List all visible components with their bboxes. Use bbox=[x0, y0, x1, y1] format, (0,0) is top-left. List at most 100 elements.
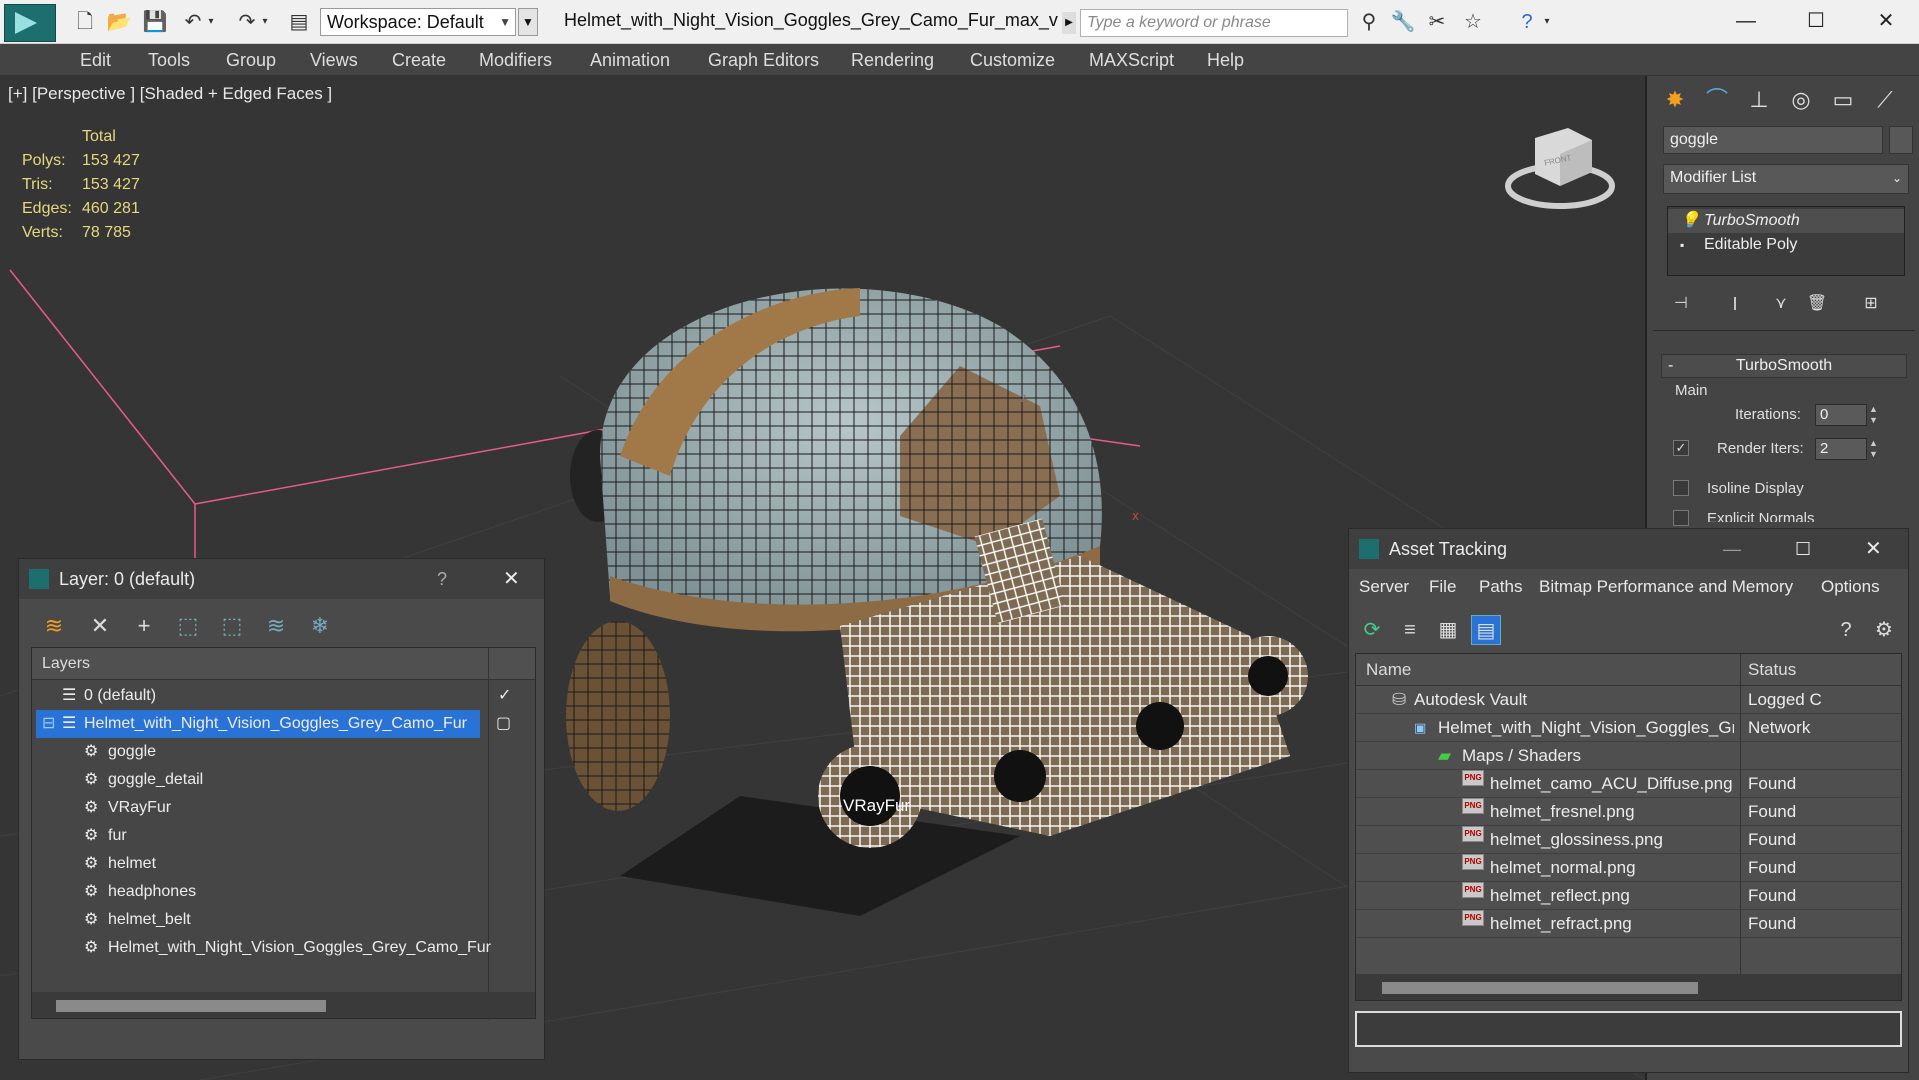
table-row[interactable]: PNG helmet_camo_ACU_Diffuse.png Found bbox=[1356, 770, 1901, 798]
table-row[interactable]: ⛁ Autodesk Vault Logged C bbox=[1356, 686, 1901, 714]
workspace-select[interactable]: Workspace: Default ▼ bbox=[320, 8, 516, 36]
scrollbar-thumb[interactable] bbox=[56, 1000, 326, 1012]
binoculars-icon[interactable]: ⚲ bbox=[1356, 9, 1382, 35]
workspace-menu-button[interactable]: ▼ bbox=[518, 8, 538, 36]
hierarchy-tab-icon[interactable]: ⊥ bbox=[1741, 82, 1777, 118]
close-icon[interactable]: ✕ bbox=[503, 559, 520, 599]
table-row[interactable]: PNG helmet_glossiness.png Found bbox=[1356, 826, 1901, 854]
stack-item-editable-poly[interactable]: ▪ Editable Poly bbox=[1668, 233, 1904, 257]
wrench-icon[interactable]: 🔧 bbox=[1390, 9, 1416, 35]
undo-icon[interactable]: ↶ bbox=[180, 9, 206, 35]
menu-options[interactable]: Options bbox=[1821, 577, 1880, 597]
viewcube[interactable] bbox=[1505, 128, 1615, 209]
name-column-header[interactable]: Name bbox=[1366, 654, 1411, 686]
close-icon[interactable]: ✕ bbox=[1865, 529, 1882, 569]
help-dropdown-icon[interactable]: ▾ bbox=[1540, 9, 1554, 35]
lightbulb-icon[interactable]: 💡 bbox=[1680, 209, 1700, 233]
list-item[interactable]: ⚙ helmet_belt bbox=[32, 906, 535, 934]
list-item[interactable]: ⚙ goggle bbox=[32, 738, 535, 766]
object-color-swatch[interactable] bbox=[1889, 126, 1913, 154]
list-item[interactable]: ⚙ headphones bbox=[32, 878, 535, 906]
add-to-layer-icon[interactable]: + bbox=[129, 611, 159, 641]
menu-paths[interactable]: Paths bbox=[1479, 577, 1522, 597]
table-row[interactable]: PNG helmet_reflect.png Found bbox=[1356, 882, 1901, 910]
horizontal-scrollbar[interactable] bbox=[32, 992, 535, 1018]
explicit-normals-checkbox[interactable] bbox=[1673, 510, 1689, 526]
table-row[interactable]: ▰ Maps / Shaders bbox=[1356, 742, 1901, 770]
menu-bitmap-performance[interactable]: Bitmap Performance and Memory bbox=[1539, 577, 1793, 597]
select-objects-icon[interactable]: ⬚ bbox=[173, 611, 203, 641]
app-logo-icon[interactable] bbox=[4, 4, 56, 42]
iterations-spinner[interactable]: 0 bbox=[1815, 404, 1867, 426]
project-folder-icon[interactable]: ▤ bbox=[286, 9, 312, 35]
menu-edit[interactable]: Edit bbox=[80, 50, 111, 71]
modifier-list-dropdown[interactable]: Modifier List ⌄ bbox=[1663, 164, 1909, 194]
create-layer-icon[interactable]: ≋ bbox=[39, 611, 69, 641]
thumbnail-view-icon[interactable]: ▦ bbox=[1433, 615, 1463, 645]
menu-file[interactable]: File bbox=[1429, 577, 1456, 597]
table-row[interactable]: PNG helmet_refract.png Found bbox=[1356, 910, 1901, 938]
maximize-button[interactable]: ☐ bbox=[1795, 529, 1811, 569]
create-tab-icon[interactable]: ✸ bbox=[1657, 82, 1693, 118]
star-icon[interactable]: ☆ bbox=[1460, 9, 1486, 35]
menu-create[interactable]: Create bbox=[392, 50, 446, 71]
table-row[interactable]: ▣ Helmet_with_Night_Vision_Goggles_Grey_C… bbox=[1356, 714, 1901, 742]
menu-customize[interactable]: Customize bbox=[970, 50, 1055, 71]
help-icon[interactable]: ? bbox=[1514, 9, 1540, 35]
menu-graph-editors[interactable]: Graph Editors bbox=[708, 50, 819, 71]
new-file-icon[interactable]: 🗋 bbox=[72, 9, 98, 35]
menu-server[interactable]: Server bbox=[1359, 577, 1409, 597]
layers-column-header[interactable]: Layers bbox=[32, 648, 535, 680]
turbosmooth-rollout-header[interactable]: - TurboSmooth bbox=[1661, 354, 1907, 378]
asset-window-titlebar[interactable]: Asset Tracking — ☐ ✕ bbox=[1349, 529, 1908, 569]
help-button[interactable]: ? bbox=[437, 559, 447, 599]
current-layer-icon[interactable]: ▢ bbox=[496, 710, 511, 738]
hide-layers-icon[interactable]: ≋ bbox=[261, 611, 291, 641]
table-row[interactable]: PNG helmet_fresnel.png Found bbox=[1356, 798, 1901, 826]
list-item[interactable]: ⚙ fur bbox=[32, 822, 535, 850]
show-end-result-icon[interactable]: I bbox=[1717, 286, 1753, 322]
table-view-icon[interactable]: ▤ bbox=[1471, 615, 1501, 645]
render-iters-spinner[interactable]: 2 bbox=[1815, 438, 1867, 460]
scrollbar-thumb[interactable] bbox=[1382, 982, 1698, 994]
minimize-button[interactable]: — bbox=[1716, 4, 1776, 38]
list-item[interactable]: ⚙ helmet bbox=[32, 850, 535, 878]
list-item[interactable]: ⚙ Helmet_with_Night_Vision_Goggles_Grey_C… bbox=[32, 934, 535, 962]
redo-icon[interactable]: ↷ bbox=[234, 9, 260, 35]
list-item[interactable]: ⊟ ☰ Helmet_with_Night_Vision_Goggles_Gre… bbox=[32, 710, 535, 738]
pin-stack-icon[interactable]: ⊣ bbox=[1663, 286, 1699, 322]
layer-window-titlebar[interactable]: Layer: 0 (default) ? ✕ bbox=[19, 559, 544, 599]
list-item[interactable]: ⚙ VRayFur bbox=[32, 794, 535, 822]
horizontal-scrollbar[interactable] bbox=[1356, 974, 1901, 1000]
configure-sets-icon[interactable]: ⊞ bbox=[1853, 286, 1889, 322]
undo-dropdown-icon[interactable]: ▾ bbox=[204, 9, 218, 35]
menu-tools[interactable]: Tools bbox=[148, 50, 190, 71]
stack-item-turbosmooth[interactable]: 💡 TurboSmooth bbox=[1668, 209, 1904, 233]
settings-icon[interactable]: ⚙ bbox=[1869, 615, 1899, 645]
refresh-icon[interactable]: ⟳ bbox=[1357, 615, 1387, 645]
tools-icon[interactable]: ✂ bbox=[1424, 9, 1450, 35]
menu-maxscript[interactable]: MAXScript bbox=[1089, 50, 1174, 71]
server-help-icon[interactable]: ? bbox=[1831, 615, 1861, 645]
menu-animation[interactable]: Animation bbox=[590, 50, 670, 71]
list-item[interactable]: ☰ 0 (default) ✓ bbox=[32, 682, 535, 710]
close-button[interactable]: ✕ bbox=[1856, 4, 1916, 38]
search-input[interactable]: Type a keyword or phrase bbox=[1080, 9, 1348, 37]
freeze-layers-icon[interactable]: ❄ bbox=[305, 611, 335, 641]
make-unique-icon[interactable]: ⋎ bbox=[1763, 286, 1799, 322]
minimize-button[interactable]: — bbox=[1723, 529, 1741, 569]
remove-modifier-icon[interactable]: 🗑 bbox=[1799, 286, 1835, 322]
path-field[interactable] bbox=[1355, 1011, 1902, 1047]
highlight-layer-icon[interactable]: ⬚ bbox=[217, 611, 247, 641]
redo-dropdown-icon[interactable]: ▾ bbox=[258, 9, 272, 35]
delete-layer-icon[interactable]: ✕ bbox=[85, 611, 115, 641]
render-iters-checkbox[interactable]: ✓ bbox=[1673, 440, 1689, 456]
menu-modifiers[interactable]: Modifiers bbox=[479, 50, 552, 71]
object-name-field[interactable]: goggle bbox=[1663, 126, 1883, 154]
motion-tab-icon[interactable]: ◎ bbox=[1783, 82, 1819, 118]
maximize-button[interactable]: ☐ bbox=[1786, 4, 1846, 38]
expand-search-icon[interactable]: ▶ bbox=[1062, 12, 1076, 34]
expand-plus-icon[interactable]: ▪ bbox=[1680, 233, 1684, 257]
spinner-arrows-icon[interactable]: ▲ ▼ bbox=[1869, 438, 1878, 460]
modify-tab-icon[interactable]: ⌒ bbox=[1699, 82, 1735, 118]
